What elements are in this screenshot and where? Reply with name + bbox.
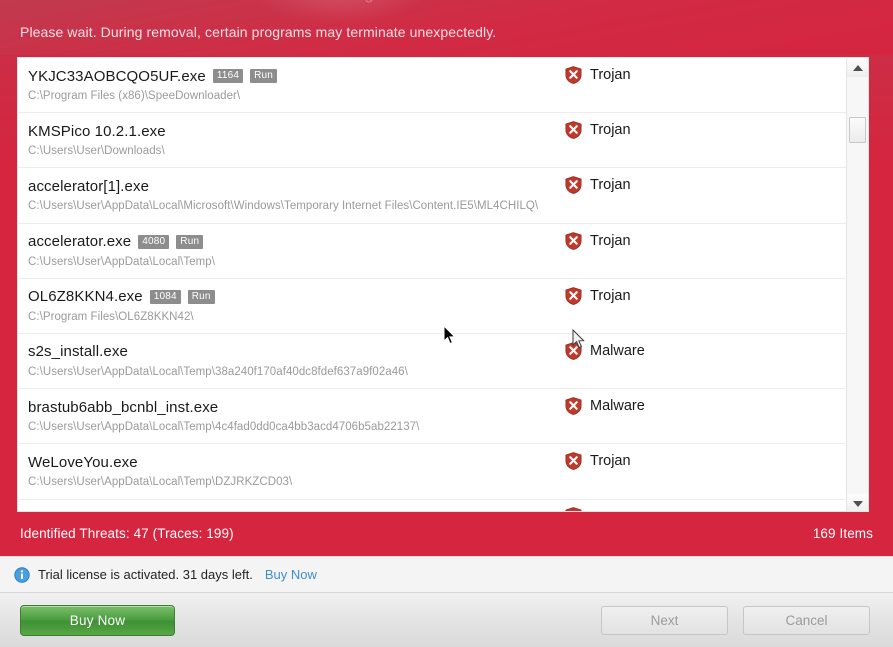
threat-type-cell: Malware [565, 397, 645, 416]
threat-type-cell: Trojan [565, 121, 631, 140]
threat-shield-icon-partial [565, 506, 582, 511]
license-bar: Trial license is activated. 31 days left… [0, 556, 893, 592]
table-row[interactable]: OL6Z8KKN4.exe 1084 Run C:\Program Files\OL6… [18, 278, 848, 334]
row-badge: Run [176, 234, 204, 249]
dialog-header: Removing Threats Please wait. During rem… [0, 0, 893, 55]
threat-type-cell: Trojan [565, 66, 631, 84]
removal-dialog: Removing Threats Please wait. During rem… [0, 0, 893, 647]
table-row[interactable]: WeLoveYou.exe C:\Users\User\AppData\Local… [18, 444, 848, 500]
row-filename-line: KMSPico 10.2.1.exe [28, 120, 848, 142]
scrollbar-track[interactable] [847, 77, 868, 494]
row-filename-line: YKJC33AOBCQO5UF.exe 1164 Run [28, 65, 848, 87]
threat-type-cell: Trojan [565, 286, 631, 305]
table-row[interactable]: brastub6abb_bcnbl_inst.exe C:\Users\User\… [18, 389, 848, 445]
cancel-button[interactable]: Cancel [743, 606, 870, 635]
threat-filepath: C:\Users\User\AppData\Local\Temp\ [28, 255, 215, 268]
threat-type-label: Malware [590, 398, 645, 415]
threat-filename: YKJC33AOBCQO5UF.exe [28, 67, 206, 85]
threat-filename: WeLoveYou.exe [28, 453, 138, 471]
buy-now-link[interactable]: Buy Now [265, 567, 317, 582]
threat-filepath: C:\Users\User\AppData\Local\Microsoft\Wi… [28, 200, 539, 213]
identified-threats-count: Identified Threats: 47 (Traces: 199) [20, 526, 234, 541]
row-filename-line: accelerator[1].exe [28, 175, 848, 197]
threat-shield-icon [565, 342, 582, 360]
threat-type-label: Malware [590, 342, 645, 359]
threat-shield-icon [565, 397, 582, 416]
buy-now-button[interactable]: Buy Now [20, 605, 175, 636]
table-row[interactable]: s2s_install.exe C:\Users\User\AppData\Loc… [18, 333, 848, 390]
threat-shield-icon [565, 121, 582, 140]
table-row[interactable]: YKJC33AOBCQO5UF.exe 1164 Run C:\Program Fil… [18, 58, 848, 114]
table-row[interactable]: accelerator.exe 4080 Run C:\Users\User\AppD… [18, 223, 848, 279]
row-badge: 1164 [212, 69, 244, 83]
threat-filename: accelerator.exe [28, 233, 132, 251]
threat-shield-icon [565, 66, 582, 84]
threat-list[interactable]: YKJC33AOBCQO5UF.exe 1164 Run C:\Program Fil… [18, 58, 848, 511]
row-filename-line: s2s_install.exe [28, 341, 848, 363]
table-row-partial[interactable] [18, 499, 848, 511]
threat-type-cell: Trojan [565, 176, 631, 195]
threat-shield-icon [565, 452, 582, 471]
threat-filepath: C:\Program Files\OL6Z8KKN42\ [28, 310, 194, 323]
row-badge: Run [187, 289, 215, 304]
scroll-up-button[interactable] [847, 58, 868, 77]
chevron-up-icon [852, 64, 863, 71]
list-scrollbar[interactable] [846, 58, 868, 511]
table-row[interactable]: accelerator[1].exe C:\Users\User\AppData\… [18, 168, 848, 224]
threat-filename: s2s_install.exe [28, 343, 128, 361]
threat-shield-icon [565, 286, 582, 305]
threat-filepath: C:\Users\User\AppData\Local\Temp\DZJRKZC… [28, 476, 293, 489]
next-button[interactable]: Next [601, 606, 728, 635]
threat-type-cell: Trojan [565, 452, 631, 471]
threat-filepath: C:\Users\User\AppData\Local\Temp\38a240f… [28, 365, 408, 378]
row-filename-line: WeLoveYou.exe [28, 451, 848, 473]
threat-shield-icon [565, 506, 582, 511]
threat-filepath: C:\Users\User\Downloads\ [28, 145, 165, 158]
threat-type-label: Trojan [590, 232, 631, 249]
threat-type-label: Trojan [590, 453, 631, 470]
row-filename-line: brastub6abb_bcnbl_inst.exe [28, 396, 848, 418]
header-message: Please wait. During removal, certain pro… [20, 24, 497, 40]
threat-filename: OL6Z8KKN4.exe [28, 288, 143, 306]
threat-type-label: Trojan [590, 177, 631, 194]
status-strip: Identified Threats: 47 (Traces: 199) 169… [0, 515, 893, 556]
threat-type-cell: Malware [565, 342, 645, 360]
threat-filename: brastub6abb_bcnbl_inst.exe [28, 398, 219, 416]
threat-type-label: Trojan [590, 287, 631, 304]
row-filename-line: OL6Z8KKN4.exe 1084 Run [28, 286, 848, 308]
chevron-down-icon [852, 500, 863, 507]
threat-type-label: Trojan [590, 122, 631, 139]
license-status-text: Trial license is activated. 31 days left… [38, 567, 253, 582]
threat-list-panel: YKJC33AOBCQO5UF.exe 1164 Run C:\Program Fil… [17, 57, 869, 512]
row-badge: 1084 [149, 289, 181, 304]
threat-type-cell: Trojan [565, 231, 631, 250]
threat-shield-icon [565, 176, 582, 195]
row-filename-line: accelerator.exe 4080 Run [28, 231, 848, 253]
info-icon [14, 566, 30, 583]
threat-type-label: Trojan [590, 67, 631, 83]
items-count: 169 Items [812, 526, 873, 541]
table-row[interactable]: KMSPico 10.2.1.exe C:\Users\User\Download… [18, 113, 848, 169]
row-badge: 4080 [138, 234, 170, 249]
row-badge: Run [250, 69, 278, 83]
threat-shield-icon [565, 231, 582, 250]
threat-filepath: C:\Program Files (x86)\SpeeDownloader\ [28, 90, 241, 102]
threat-filepath: C:\Users\User\AppData\Local\Temp\4c4fad0… [28, 421, 420, 434]
page-title: Removing Threats [300, 0, 434, 4]
scroll-down-button[interactable] [847, 494, 868, 511]
threat-filename: accelerator[1].exe [28, 177, 150, 195]
threat-filename: KMSPico 10.2.1.exe [28, 122, 166, 140]
scrollbar-thumb[interactable] [849, 117, 866, 143]
